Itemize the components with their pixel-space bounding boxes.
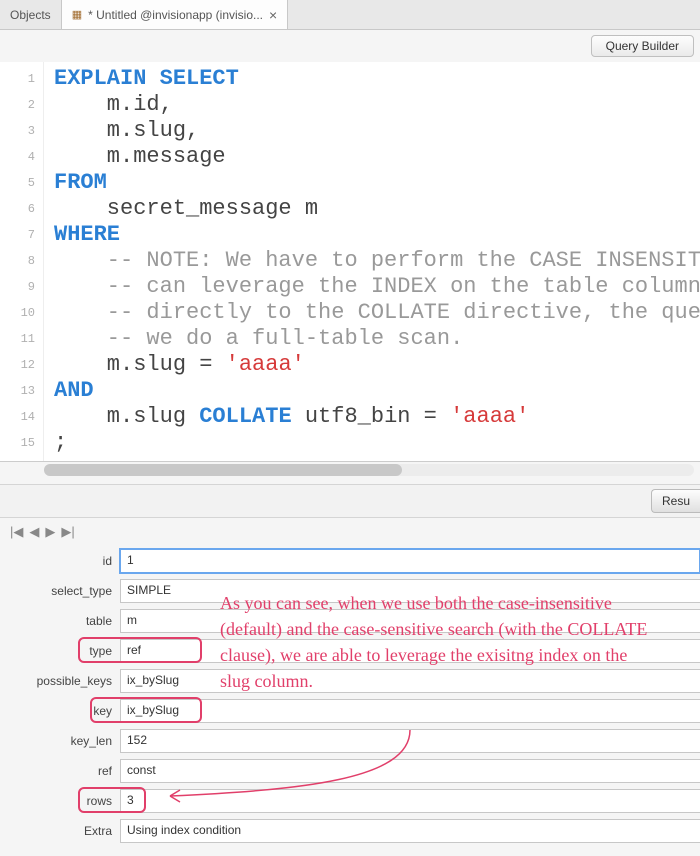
explain-row-id: id 1 — [0, 546, 700, 576]
value-extra[interactable]: Using index condition — [120, 819, 700, 843]
explain-row-key-len: key_len 152 — [0, 726, 700, 756]
label-ref: ref — [0, 764, 120, 778]
sql-editor[interactable]: 123456789101112131415 EXPLAIN SELECT m.i… — [0, 62, 700, 462]
horizontal-scrollbar[interactable] — [44, 464, 694, 476]
value-ref[interactable]: const — [120, 759, 700, 783]
explain-row-table: table m — [0, 606, 700, 636]
label-type: type — [0, 644, 120, 658]
results-tab[interactable]: Resu — [651, 489, 700, 513]
label-select-type: select_type — [0, 584, 120, 598]
label-extra: Extra — [0, 824, 120, 838]
label-possible-keys: possible_keys — [0, 674, 120, 688]
value-id[interactable]: 1 — [120, 549, 700, 573]
last-record-icon[interactable]: ▶| — [61, 524, 74, 540]
code-area[interactable]: EXPLAIN SELECT m.id, m.slug, m.messageFR… — [44, 62, 700, 461]
explain-row-extra: Extra Using index condition — [0, 816, 700, 846]
line-gutter: 123456789101112131415 — [0, 62, 44, 461]
value-rows[interactable]: 3 — [120, 789, 700, 813]
next-record-icon[interactable]: ▶ — [45, 524, 55, 540]
explain-output: id 1 select_type SIMPLE table m type ref… — [0, 546, 700, 856]
tab-active-label: * Untitled @invisionapp (invisio... — [88, 8, 263, 22]
tab-objects-label: Objects — [10, 8, 51, 22]
explain-row-key: key ix_bySlug — [0, 696, 700, 726]
label-rows: rows — [0, 794, 120, 808]
label-key-len: key_len — [0, 734, 120, 748]
toolbar: Query Builder — [0, 30, 700, 62]
label-id: id — [0, 554, 120, 568]
first-record-icon[interactable]: |◀ — [10, 524, 23, 540]
explain-row-possible-keys: possible_keys ix_bySlug — [0, 666, 700, 696]
tab-query-active[interactable]: ▦ * Untitled @invisionapp (invisio... × — [62, 0, 289, 29]
tab-objects[interactable]: Objects — [0, 0, 62, 29]
results-header: Resu — [0, 484, 700, 518]
scrollbar-thumb[interactable] — [44, 464, 402, 476]
explain-row-ref: ref const — [0, 756, 700, 786]
label-table: table — [0, 614, 120, 628]
table-icon: ▦ — [72, 8, 82, 21]
value-key-len[interactable]: 152 — [120, 729, 700, 753]
prev-record-icon[interactable]: ◀ — [29, 524, 39, 540]
value-table[interactable]: m — [120, 609, 700, 633]
record-nav: |◀ ◀ ▶ ▶| — [0, 518, 700, 546]
explain-row-select-type: select_type SIMPLE — [0, 576, 700, 606]
value-type[interactable]: ref — [120, 639, 700, 663]
tab-bar: Objects ▦ * Untitled @invisionapp (invis… — [0, 0, 700, 30]
value-possible-keys[interactable]: ix_bySlug — [120, 669, 700, 693]
explain-row-type: type ref — [0, 636, 700, 666]
close-icon[interactable]: × — [269, 8, 277, 22]
query-builder-button[interactable]: Query Builder — [591, 35, 694, 57]
value-select-type[interactable]: SIMPLE — [120, 579, 700, 603]
explain-row-rows: rows 3 — [0, 786, 700, 816]
value-key[interactable]: ix_bySlug — [120, 699, 700, 723]
label-key: key — [0, 704, 120, 718]
